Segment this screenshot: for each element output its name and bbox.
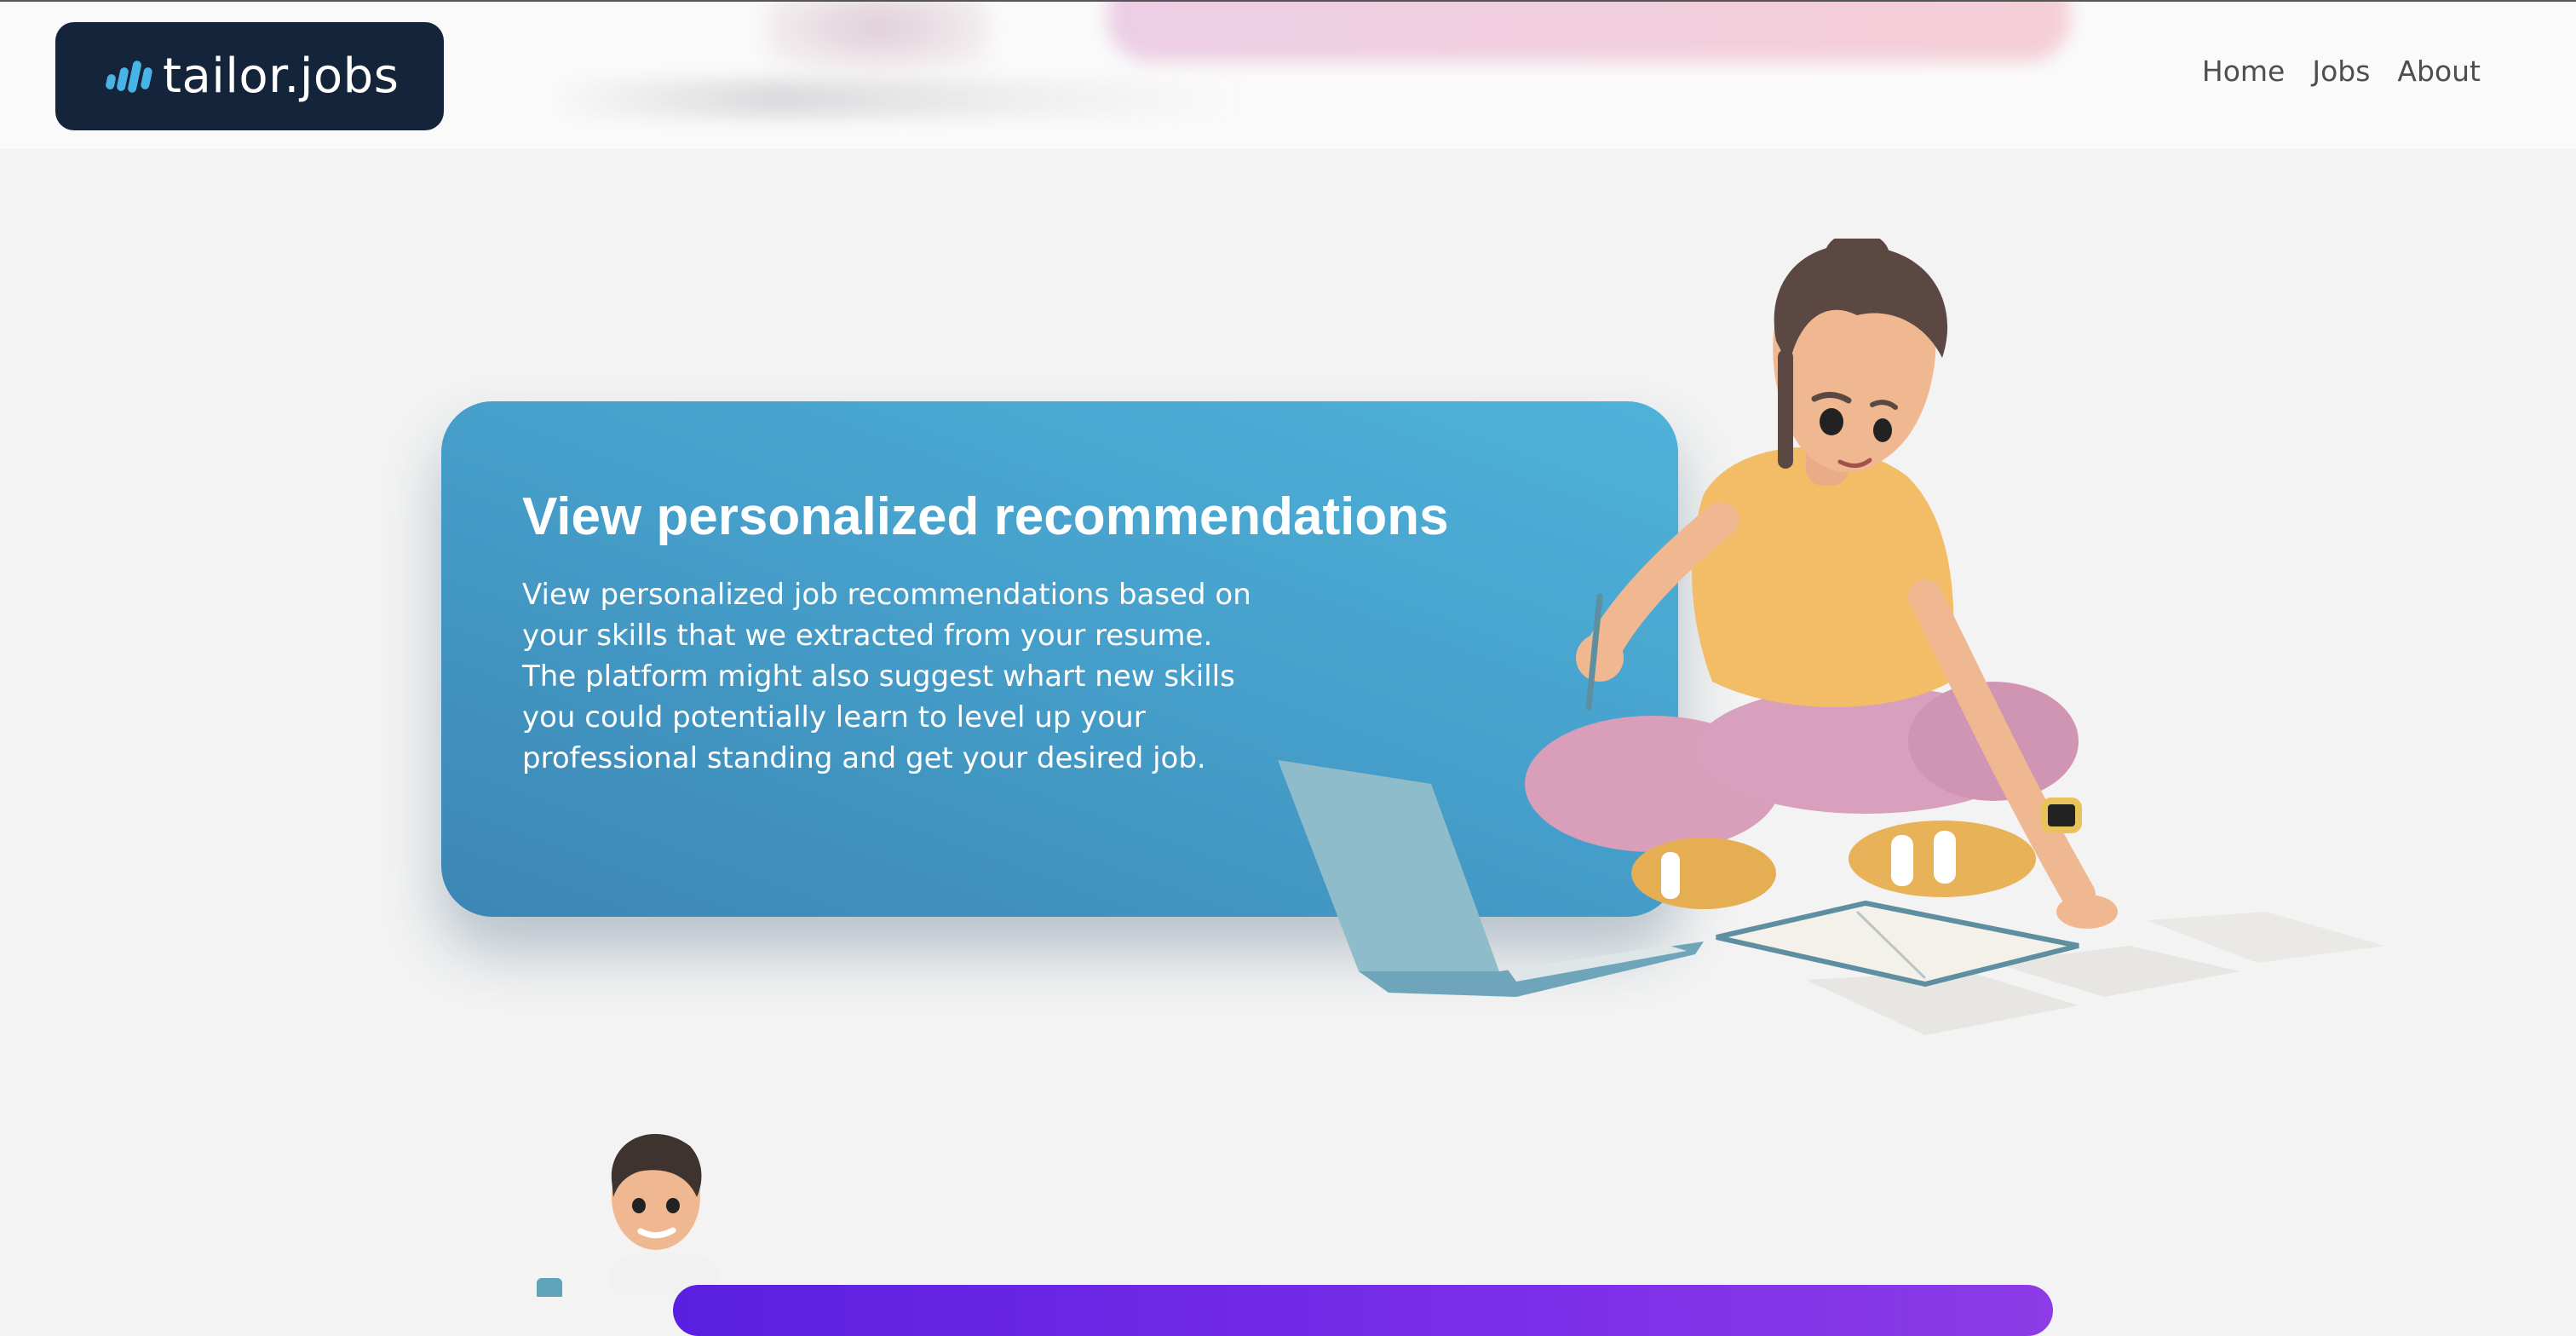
eye — [1820, 408, 1843, 435]
yellow-shirt — [1692, 446, 1954, 707]
site-logo[interactable]: tailor.jobs — [55, 22, 444, 130]
navbar-backdrop-blur — [1107, 2, 2070, 61]
laptop-screen — [1278, 760, 1499, 971]
sound-bars-logo-icon — [106, 60, 152, 93]
eye — [666, 1198, 680, 1213]
nav-about-link[interactable]: About — [2397, 55, 2481, 88]
recommendations-description: View personalized job recommendations ba… — [522, 578, 1251, 775]
boy-with-phone-illustration — [537, 1133, 720, 1297]
eye — [632, 1198, 646, 1213]
top-navbar: tailor.jobs Home Jobs About — [0, 0, 2576, 149]
logo-text: tailor.jobs — [163, 49, 400, 104]
shoe — [1631, 838, 1776, 909]
nav-jobs-link[interactable]: Jobs — [2312, 55, 2370, 88]
next-feature-card — [673, 1285, 2053, 1336]
paper-sheet — [2147, 912, 2385, 963]
navbar-backdrop-blur — [545, 80, 1244, 118]
phone — [537, 1278, 562, 1297]
navbar-backdrop-blur — [767, 2, 988, 70]
girl-with-laptop-illustration — [1278, 239, 2385, 1035]
main-nav: Home Jobs About — [2202, 55, 2481, 88]
watch — [2041, 798, 2082, 833]
nav-home-link[interactable]: Home — [2202, 55, 2285, 88]
eye — [1873, 418, 1892, 442]
